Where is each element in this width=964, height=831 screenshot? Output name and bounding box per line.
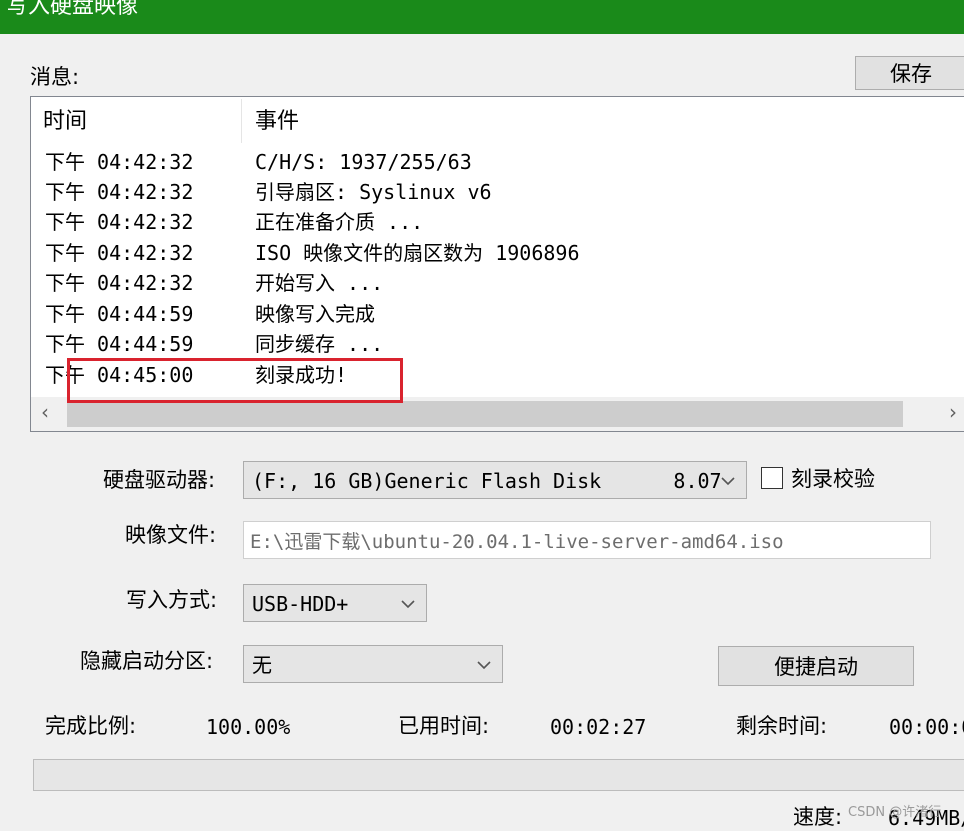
- scroll-right-arrow-icon[interactable]: ›: [949, 399, 957, 425]
- drive-label: 硬盘驱动器:: [103, 468, 216, 492]
- messages-label: 消息:: [30, 65, 80, 89]
- message-log-list[interactable]: 时间 事件 下午 04:42:32 C/H/S: 1937/255/63 下午 …: [30, 96, 964, 432]
- log-row-time: 下午 04:45:00: [45, 363, 194, 387]
- log-row-time: 下午 04:44:59: [45, 332, 194, 356]
- drive-select-value: (F:, 16 GB)Generic Flash Disk 8.07: [252, 469, 722, 493]
- write-mode-value: USB-HDD+: [252, 592, 349, 616]
- log-row[interactable]: 下午 04:42:32 C/H/S: 1937/255/63: [31, 147, 964, 177]
- log-row-event: 刻录成功!: [255, 363, 348, 387]
- log-row-event: 正在准备介质 ...: [255, 210, 424, 234]
- verify-label[interactable]: 刻录校验: [791, 466, 875, 492]
- image-file-field[interactable]: [243, 521, 931, 559]
- log-row[interactable]: 下午 04:42:32 正在准备介质 ...: [31, 207, 964, 237]
- log-header: 时间 事件: [31, 97, 964, 147]
- speed-label: 速度:: [793, 805, 843, 829]
- verify-checkbox[interactable]: [761, 467, 783, 489]
- log-row[interactable]: 下午 04:44:59 同步缓存 ...: [31, 329, 964, 359]
- progress-bar: [33, 759, 964, 791]
- log-row-event: ISO 映像文件的扇区数为 1906896: [255, 241, 580, 265]
- column-divider[interactable]: [241, 99, 242, 143]
- chevron-down-icon: [721, 477, 735, 486]
- log-row-time: 下午 04:42:32: [45, 180, 194, 204]
- scroll-left-arrow-icon[interactable]: ‹: [41, 399, 49, 425]
- log-row-event: 引导扇区: Syslinux v6: [255, 180, 492, 204]
- log-row-event: 开始写入 ...: [255, 271, 384, 295]
- hide-partition-select[interactable]: 无: [243, 645, 503, 683]
- log-row-time: 下午 04:42:32: [45, 210, 194, 234]
- title-bar: 写入硬盘映像: [0, 0, 964, 34]
- hide-partition-label: 隐藏启动分区:: [80, 649, 214, 673]
- column-header-time[interactable]: 时间: [43, 109, 87, 135]
- scrollbar-thumb[interactable]: [67, 401, 903, 427]
- image-file-label: 映像文件:: [125, 523, 217, 547]
- remaining-time-label: 剩余时间:: [736, 714, 828, 738]
- complete-ratio-value: 100.00%: [206, 715, 291, 739]
- horizontal-scrollbar[interactable]: ‹ ›: [31, 397, 964, 431]
- log-row[interactable]: 下午 04:42:32 ISO 映像文件的扇区数为 1906896: [31, 238, 964, 268]
- chevron-down-icon: [401, 600, 415, 609]
- column-header-event[interactable]: 事件: [255, 109, 299, 135]
- remaining-time-value: 00:00:0: [889, 715, 964, 739]
- elapsed-time-value: 00:02:27: [550, 715, 647, 739]
- log-row[interactable]: 下午 04:42:32 引导扇区: Syslinux v6: [31, 177, 964, 207]
- watermark: CSDN @许渚行: [848, 805, 942, 820]
- log-row[interactable]: 下午 04:44:59 映像写入完成: [31, 299, 964, 329]
- log-row-time: 下午 04:42:32: [45, 150, 194, 174]
- log-row-event: 映像写入完成: [255, 302, 375, 326]
- log-row-event: C/H/S: 1937/255/63: [255, 150, 472, 174]
- image-file-input[interactable]: [244, 522, 930, 558]
- log-row[interactable]: 下午 04:42:32 开始写入 ...: [31, 268, 964, 298]
- complete-ratio-label: 完成比例:: [45, 714, 137, 738]
- progress-fill: [34, 760, 964, 790]
- window-title: 写入硬盘映像: [6, 0, 139, 19]
- hide-partition-value: 无: [252, 653, 272, 677]
- log-row-time: 下午 04:44:59: [45, 302, 194, 326]
- log-row-time: 下午 04:42:32: [45, 271, 194, 295]
- write-mode-select[interactable]: USB-HDD+: [243, 584, 427, 622]
- log-row-event: 同步缓存 ...: [255, 332, 384, 356]
- log-row-time: 下午 04:42:32: [45, 241, 194, 265]
- drive-select[interactable]: (F:, 16 GB)Generic Flash Disk 8.07: [243, 461, 747, 499]
- elapsed-time-label: 已用时间:: [398, 714, 490, 738]
- write-mode-label: 写入方式:: [126, 588, 218, 612]
- log-row[interactable]: 下午 04:45:00 刻录成功!: [31, 360, 964, 390]
- quick-boot-button[interactable]: 便捷启动: [718, 646, 914, 686]
- save-button[interactable]: 保存: [855, 56, 964, 90]
- chevron-down-icon: [477, 661, 491, 670]
